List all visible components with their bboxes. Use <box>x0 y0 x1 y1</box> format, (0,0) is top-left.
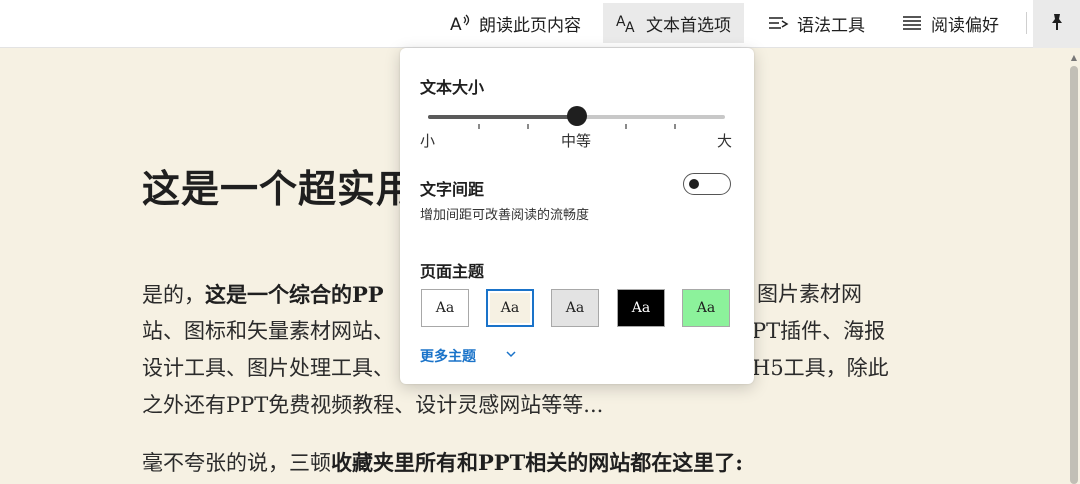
scrollbar[interactable] <box>1070 66 1078 484</box>
spacing-description: 增加间距可改善阅读的流畅度 <box>420 208 590 223</box>
text-preferences-panel: 文本大小 小 中等 大 文字间距 增加间距可改善阅读的流畅度 页面主题 Aa A… <box>400 48 754 384</box>
theme-swatch-green[interactable]: Aa <box>682 289 730 327</box>
theme-swatch-black[interactable]: Aa <box>617 289 665 327</box>
paragraph-text: 是的， <box>142 283 205 307</box>
read-aloud-button[interactable]: A 朗读此页内容 <box>436 3 594 43</box>
slider-fill <box>428 115 577 119</box>
more-themes-link[interactable]: 更多主题 <box>420 346 476 366</box>
grammar-tools-label: 语法工具 <box>797 15 865 36</box>
slider-tick <box>674 124 676 129</box>
toggle-knob <box>689 179 699 189</box>
pin-button[interactable] <box>1033 0 1080 48</box>
paragraph-bold-text: 这是一个综合的PP <box>205 282 384 307</box>
read-aloud-label: 朗读此页内容 <box>479 15 581 36</box>
paragraph-fragment: PT插件、海报 <box>752 319 886 343</box>
chevron-down-icon[interactable] <box>504 346 518 360</box>
theme-swatch-gray[interactable]: Aa <box>551 289 599 327</box>
spacing-toggle[interactable] <box>683 173 731 195</box>
read-aloud-icon: A <box>449 12 471 34</box>
paragraph-line-4: 之外还有PPT免费视频教程、设计灵感网站等等... <box>142 393 604 417</box>
text-preferences-icon: AA <box>616 12 638 34</box>
article-title: 这是一个超实用 <box>142 167 416 211</box>
reader-toolbar: A 朗读此页内容 AA 文本首选项 语法工具 阅读偏好 <box>0 0 1080 48</box>
toolbar-divider <box>1026 12 1027 34</box>
paragraph-bold-text: 收藏夹里所有和PPT相关的网站都在这里了: <box>331 450 743 475</box>
slider-tick <box>625 124 627 129</box>
scroll-up-arrow-icon[interactable]: ▲ <box>1070 54 1078 62</box>
slider-tick <box>527 124 529 129</box>
svg-text:A: A <box>625 20 635 34</box>
paragraph-fragment: H5工具，除此 <box>752 356 889 380</box>
grammar-tools-button[interactable]: 语法工具 <box>754 3 878 43</box>
pin-icon <box>1047 12 1067 36</box>
spacing-title: 文字间距 <box>420 180 485 199</box>
reading-preferences-icon <box>901 12 923 34</box>
theme-swatch-white[interactable]: Aa <box>421 289 469 327</box>
grammar-tools-icon <box>767 12 789 34</box>
slider-tick <box>478 124 480 129</box>
reading-preferences-button[interactable]: 阅读偏好 <box>888 3 1012 43</box>
page-theme-title: 页面主题 <box>420 262 485 281</box>
text-size-slider-thumb[interactable] <box>566 106 587 126</box>
size-mid-label: 中等 <box>561 132 592 150</box>
text-size-title: 文本大小 <box>420 78 485 97</box>
paragraph-text: 毫不夸张的说，三顿 <box>142 451 331 475</box>
paragraph-fragment: 图片素材网 <box>757 282 862 306</box>
svg-text:A: A <box>450 15 462 34</box>
theme-swatch-sepia[interactable]: Aa <box>486 289 534 327</box>
article-paragraph-2: 毫不夸张的说，三顿收藏夹里所有和PPT相关的网站都在这里了: <box>142 444 902 482</box>
size-max-label: 大 <box>717 132 733 150</box>
text-preferences-label: 文本首选项 <box>646 15 731 36</box>
text-preferences-button[interactable]: AA 文本首选项 <box>603 3 744 43</box>
size-min-label: 小 <box>420 132 436 150</box>
reading-preferences-label: 阅读偏好 <box>931 15 999 36</box>
